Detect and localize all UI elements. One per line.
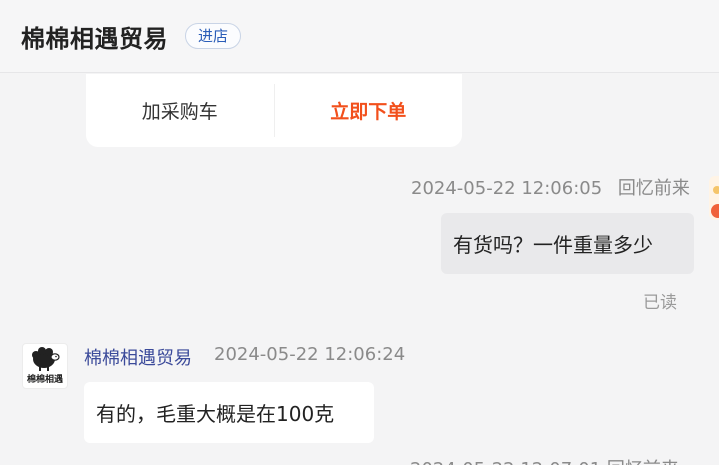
message-sender[interactable]: 棉棉相遇贸易 — [84, 344, 192, 370]
avatar-logo-text: 棉棉相遇 — [26, 375, 63, 385]
message-text: 有的，毛重大概是在100克 — [96, 402, 335, 426]
chat-header: 棉棉相遇贸易 进店 — [0, 0, 719, 73]
add-to-cart-button[interactable]: 加采购车 — [86, 84, 275, 137]
message-timestamp: 2024-05-22 12:06:05 — [411, 178, 603, 199]
incoming-message-bubble[interactable]: 有的，毛重大概是在100克 — [84, 382, 374, 443]
outgoing-message-meta: 2024-05-22 12:06:05 回忆前来 — [411, 174, 690, 200]
message-sender: 回忆前来 — [617, 178, 690, 199]
message-timestamp: 2024-05-22 12:06:24 — [214, 344, 406, 365]
message-text: 有货吗？一件重量多少 — [453, 233, 653, 257]
outgoing-message-bubble[interactable]: 有货吗？一件重量多少 — [441, 213, 694, 274]
sheep-icon — [32, 347, 60, 371]
enter-shop-button[interactable]: 进店 — [185, 23, 242, 49]
shop-name: 棉棉相遇贸易 — [21, 24, 168, 53]
sheep-logo-icon[interactable]: 棉棉相遇 — [22, 343, 68, 389]
buy-now-button[interactable]: 立即下单 — [275, 74, 463, 147]
product-card: 加采购车 立即下单 — [86, 74, 462, 147]
read-status: 已读 — [643, 293, 677, 313]
user-avatar-icon[interactable] — [709, 176, 719, 220]
next-message-meta: 2024-05-22 12:07:01 回忆前来 — [410, 455, 679, 465]
